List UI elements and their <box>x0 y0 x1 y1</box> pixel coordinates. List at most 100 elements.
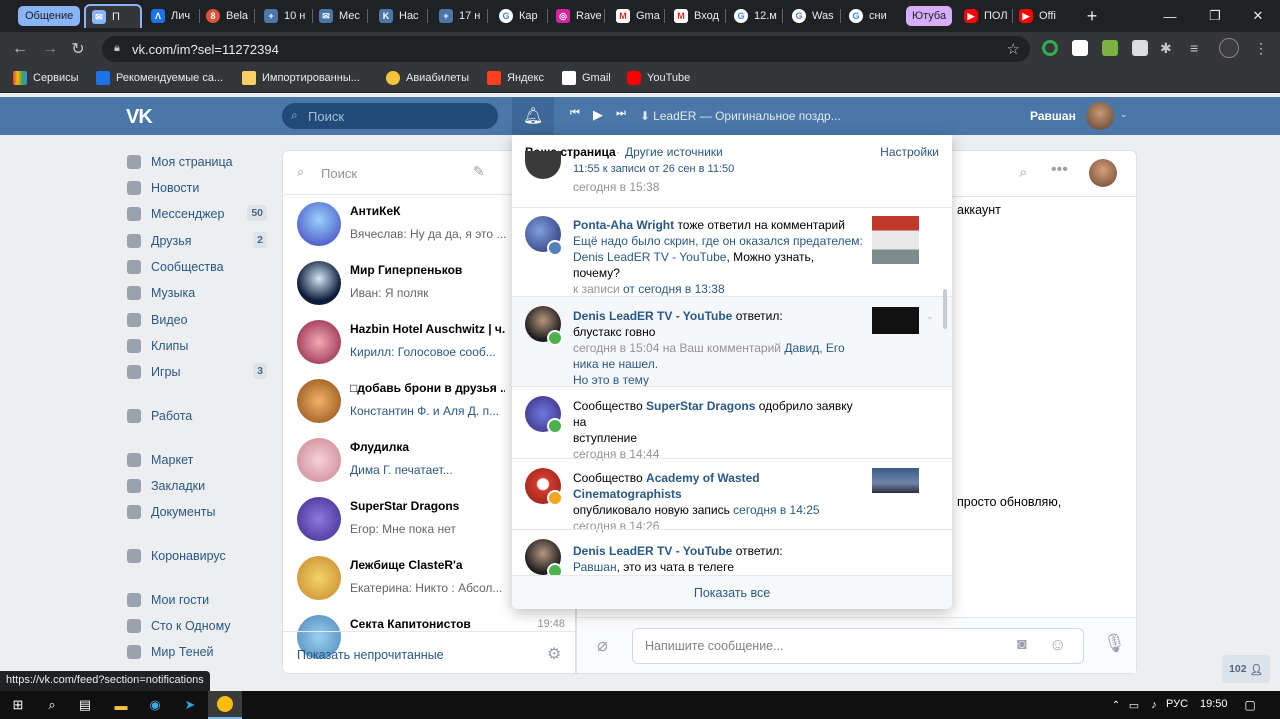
nav-item[interactable]: Друзья 2 <box>127 231 267 251</box>
tab-group-label[interactable]: Ютуба <box>906 6 953 26</box>
nav-item[interactable]: Коронавирус <box>127 546 267 566</box>
prev-track-icon[interactable]: ⏮ <box>570 107 580 120</box>
notif-link[interactable]: Denis LeadER TV - YouTube <box>573 250 726 264</box>
tab[interactable]: ▶ Offi <box>1013 4 1071 28</box>
notif-link[interactable]: от сегодня в 13:38 <box>623 282 725 296</box>
reload-icon[interactable]: ↻ <box>67 38 89 60</box>
telegram-icon[interactable]: ➤ <box>180 695 200 715</box>
nav-item[interactable]: Мессенджер 50 <box>127 204 267 224</box>
notif-author-link[interactable]: Denis LeadER TV - YouTube <box>573 309 732 323</box>
network-icon[interactable]: ▭ <box>1124 695 1144 715</box>
show-all-button[interactable]: Показать все <box>512 575 952 609</box>
extension-icon[interactable] <box>1132 40 1148 56</box>
notification-item[interactable]: Сообщество SuperStar Dragons одобрило за… <box>512 386 952 461</box>
header-user-name[interactable]: Равшан <box>1030 109 1076 123</box>
bookmark[interactable]: Сервисы <box>13 71 79 85</box>
nav-item[interactable]: Моя страница <box>127 152 267 172</box>
notification-item[interactable]: Denis LeadER TV - YouTube ответил: Равша… <box>512 529 952 579</box>
vk-search-input[interactable]: ⌕ Поиск <box>282 103 498 129</box>
puzzle-icon[interactable]: ✱ <box>1160 40 1176 56</box>
nav-item[interactable]: Мир Теней <box>127 642 267 662</box>
notif-author-link[interactable]: SuperStar Dragons <box>646 399 755 413</box>
bookmark[interactable]: Авиабилеты <box>386 71 469 85</box>
nav-item[interactable]: Игры 3 <box>127 362 267 382</box>
chevron-down-icon[interactable]: ⌄ <box>1120 109 1128 120</box>
search-icon[interactable]: ⌕ <box>1019 164 1027 181</box>
nav-item[interactable]: Клипы <box>127 336 267 356</box>
smile-icon[interactable]: ☺ <box>1049 635 1066 655</box>
new-tab-button[interactable]: + <box>1082 6 1102 26</box>
tab[interactable]: G 12.м <box>728 4 783 28</box>
notif-link[interactable]: сегодня в 14:25 <box>733 503 819 517</box>
nav-item[interactable]: Маркет <box>127 450 267 470</box>
nav-item[interactable]: Видео <box>127 310 267 330</box>
forward-icon[interactable]: → <box>39 38 61 60</box>
volume-icon[interactable]: ♪ <box>1144 695 1164 715</box>
notif-comment-text[interactable]: Ещё надо было скрин, где он оказался пре… <box>573 234 863 248</box>
tab-group-label[interactable]: Общение <box>18 6 81 26</box>
task-view-icon[interactable]: ▤ <box>75 695 95 715</box>
profile-avatar[interactable] <box>1219 38 1239 58</box>
show-unread-link[interactable]: Показать непрочитанные <box>297 648 444 662</box>
notification-item[interactable]: Denis LeadER TV - YouTube ответил: блуст… <box>512 296 952 387</box>
bookmark[interactable]: YouTube <box>627 71 690 85</box>
notifications-bell-button[interactable]: 🔔︎ <box>512 97 554 135</box>
next-track-icon[interactable]: ⏭ <box>616 107 626 120</box>
tab-other-sources[interactable]: Другие источники <box>625 145 723 159</box>
tab[interactable]: +10 н <box>258 4 313 28</box>
gear-icon[interactable]: ⚙ <box>547 644 561 664</box>
extension-icon[interactable] <box>1042 40 1058 56</box>
windows-start-icon[interactable]: ⊞ <box>8 695 28 715</box>
nav-item[interactable]: Работа <box>127 406 267 426</box>
bookmark[interactable]: Рекомендуемые са... <box>96 71 223 85</box>
bookmark[interactable]: Gmail <box>562 71 611 85</box>
notification-thumbnail[interactable] <box>872 216 919 264</box>
chat-avatar[interactable] <box>1089 159 1117 187</box>
nav-item[interactable]: Сообщества <box>127 257 267 277</box>
play-icon[interactable]: ▶ <box>593 107 603 123</box>
menu-icon[interactable]: ⋮ <box>1254 40 1270 56</box>
file-explorer-icon[interactable]: ▬ <box>111 695 131 715</box>
tab[interactable]: ▶ ПОЛ <box>958 4 1013 28</box>
tab[interactable]: M Gma <box>610 4 665 28</box>
tab[interactable]: G Кар <box>493 4 548 28</box>
nav-item[interactable]: Мои гости <box>127 590 267 610</box>
language-indicator[interactable]: РУС <box>1166 698 1188 710</box>
search-icon[interactable]: ⌕ <box>42 695 62 715</box>
notification-item[interactable]: 11:55 к записи от 26 сен в 11:50 сегодня… <box>512 151 952 207</box>
star-icon[interactable]: ☆ <box>1007 40 1020 58</box>
notif-author-link[interactable]: Ponta-Aha Wright <box>573 218 674 232</box>
attach-icon[interactable]: ⌀ <box>597 635 608 656</box>
tab[interactable]: Λ Лич <box>145 4 200 28</box>
message-input[interactable]: Напишите сообщение... ◙ ☺ <box>632 628 1084 664</box>
notifications-settings-link[interactable]: Настройки <box>880 145 939 159</box>
tab[interactable]: K Нас <box>373 4 428 28</box>
notification-item[interactable]: Ponta-Aha Wright тоже ответил на коммент… <box>512 207 952 297</box>
notif-link[interactable]: от 26 сен в 11:50 <box>649 163 735 175</box>
extension-icon[interactable] <box>1072 40 1088 56</box>
player-track-title[interactable]: ⬇ LeadER — Оригинальное поздр... <box>640 109 841 123</box>
chrome-taskbar-icon[interactable] <box>208 691 242 719</box>
notif-author-link[interactable]: Denis LeadER TV - YouTube <box>573 544 732 558</box>
back-icon[interactable]: ← <box>9 38 31 60</box>
nav-item[interactable]: Сто к Одному <box>127 616 267 636</box>
vk-logo[interactable]: VK <box>126 106 153 129</box>
scrollbar[interactable] <box>943 289 947 329</box>
tab[interactable]: +17 н <box>433 4 488 28</box>
notification-item[interactable]: Сообщество Academy of Wasted Cinematogra… <box>512 458 952 533</box>
download-icon[interactable] <box>1102 40 1118 56</box>
bookmark[interactable]: Яндекс <box>487 71 544 85</box>
nav-item[interactable]: Новости <box>127 178 267 198</box>
microphone-icon[interactable]: 🎙︎ <box>1103 633 1126 654</box>
tab[interactable]: ✉ Мес <box>313 4 368 28</box>
bookmark[interactable]: Импортированны... <box>242 71 360 85</box>
camera-icon[interactable]: ◙ <box>1017 636 1027 654</box>
tab[interactable]: 8 Bela <box>200 4 255 28</box>
notif-link[interactable]: Равшан <box>573 560 617 574</box>
nav-item[interactable]: Музыка <box>127 283 267 303</box>
tab[interactable]: M Вход <box>668 4 726 28</box>
more-icon[interactable]: ••• <box>1051 161 1068 179</box>
chevron-down-icon[interactable]: ⌄ <box>926 311 934 322</box>
online-friends-button[interactable]: 102 👤︎ <box>1222 655 1270 683</box>
notifications-center-icon[interactable]: ▢ <box>1240 695 1260 715</box>
